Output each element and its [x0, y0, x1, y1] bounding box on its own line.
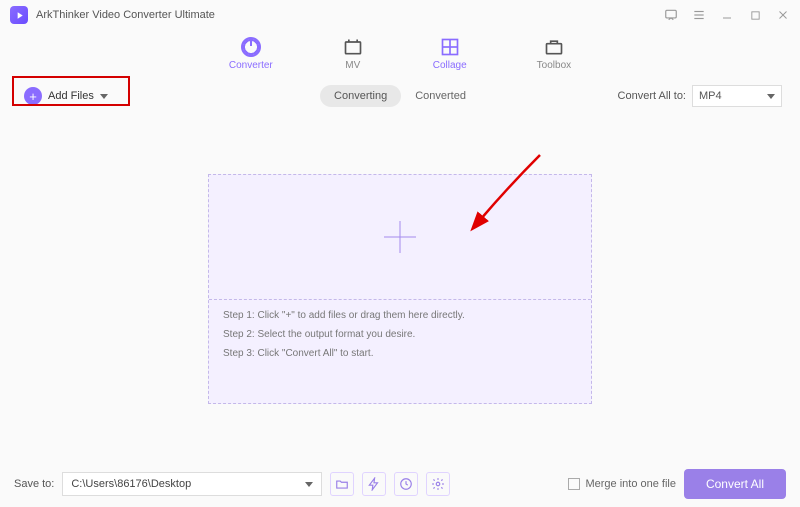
- menu-icon[interactable]: [692, 8, 706, 22]
- maximize-icon[interactable]: [748, 8, 762, 22]
- tab-converter[interactable]: Converter: [229, 37, 273, 71]
- toggle-converting[interactable]: Converting: [320, 85, 401, 107]
- convert-all-to-label: Convert All to:: [618, 90, 686, 102]
- add-files-label: Add Files: [48, 90, 94, 102]
- output-format-select[interactable]: MP4: [692, 85, 782, 107]
- save-to-label: Save to:: [14, 478, 54, 490]
- bottom-bar: Save to: C:\Users\86176\Desktop Merge in…: [0, 461, 800, 507]
- plus-icon: +: [24, 87, 42, 105]
- app-title: ArkThinker Video Converter Ultimate: [36, 9, 664, 21]
- merge-checkbox[interactable]: Merge into one file: [568, 478, 676, 490]
- tab-toolbox[interactable]: Toolbox: [537, 37, 571, 71]
- open-folder-button[interactable]: [330, 472, 354, 496]
- app-logo-icon: [10, 6, 28, 24]
- toolbox-icon: [544, 37, 564, 57]
- add-plus-icon: [380, 217, 420, 257]
- tab-mv[interactable]: MV: [343, 37, 363, 71]
- step-3: Step 3: Click "Convert All" to start.: [223, 348, 577, 359]
- main-tabs: Converter MV Collage Toolbox: [0, 30, 800, 78]
- convert-all-button[interactable]: Convert All: [684, 469, 786, 499]
- status-toggle: Converting Converted: [320, 85, 480, 107]
- drop-zone[interactable]: [209, 175, 591, 300]
- chevron-down-icon: [305, 482, 313, 487]
- drop-area: Step 1: Click "+" to add files or drag t…: [208, 174, 592, 404]
- tab-collage[interactable]: Collage: [433, 37, 467, 71]
- settings-button[interactable]: [426, 472, 450, 496]
- collage-icon: [440, 37, 460, 57]
- toggle-converted[interactable]: Converted: [401, 85, 480, 107]
- step-2: Step 2: Select the output format you des…: [223, 329, 577, 340]
- titlebar: ArkThinker Video Converter Ultimate: [0, 0, 800, 30]
- instructions: Step 1: Click "+" to add files or drag t…: [209, 300, 591, 403]
- subbar: + Add Files Converting Converted Convert…: [0, 78, 800, 114]
- feedback-icon[interactable]: [664, 8, 678, 22]
- mv-icon: [343, 37, 363, 57]
- step-1: Step 1: Click "+" to add files or drag t…: [223, 310, 577, 321]
- close-icon[interactable]: [776, 8, 790, 22]
- tab-label: MV: [345, 60, 360, 71]
- convert-all-to: Convert All to: MP4: [618, 85, 782, 107]
- converter-icon: [241, 37, 261, 57]
- format-value: MP4: [699, 90, 722, 102]
- add-files-button[interactable]: + Add Files: [18, 83, 114, 109]
- save-path-select[interactable]: C:\Users\86176\Desktop: [62, 472, 322, 496]
- chevron-down-icon: [100, 94, 108, 99]
- checkbox-icon: [568, 478, 580, 490]
- tab-label: Collage: [433, 60, 467, 71]
- save-path-value: C:\Users\86176\Desktop: [71, 478, 191, 490]
- merge-label: Merge into one file: [585, 478, 676, 490]
- hardware-accel-button[interactable]: [362, 472, 386, 496]
- chevron-down-icon: [767, 94, 775, 99]
- tab-label: Converter: [229, 60, 273, 71]
- minimize-icon[interactable]: [720, 8, 734, 22]
- task-schedule-button[interactable]: [394, 472, 418, 496]
- tab-label: Toolbox: [537, 60, 571, 71]
